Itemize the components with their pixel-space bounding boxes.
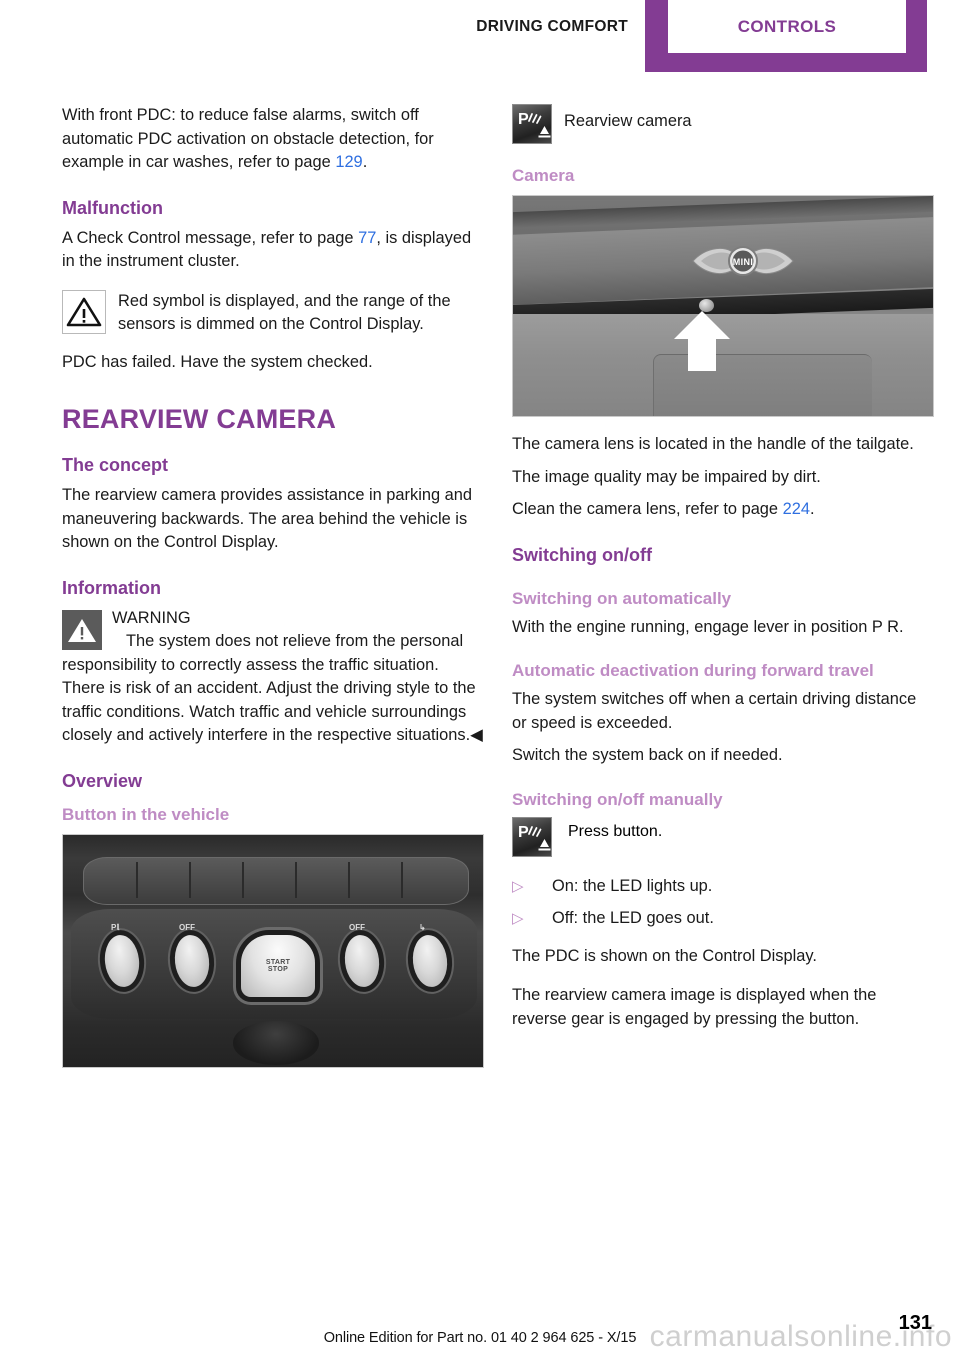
start-stop-button[interactable]: START STOP (241, 934, 315, 997)
camera-pointer-arrow (671, 309, 733, 378)
red-symbol-note-row: Red symbol is displayed, and the range o… (62, 289, 484, 337)
heading-switching-on-automatically: Switching on automatically (512, 588, 732, 608)
press-button-label: Press button. (568, 822, 663, 840)
image-quality-paragraph: The image quality may be impaired by dir… (512, 467, 821, 486)
console-lower-knob (233, 1020, 319, 1065)
intro-text-part2: . (362, 153, 368, 171)
page-reference-77[interactable]: 77 (358, 229, 376, 247)
svg-text:P: P (518, 111, 529, 128)
right-column: P Rearview camera Camera MINI The camera… (512, 104, 934, 1047)
pdc-failed-paragraph: PDC has failed. Have the system checked. (62, 352, 373, 371)
header-section-tab-label: CONTROLS (737, 16, 837, 36)
heading-rearview-camera: REARVIEW CAMERA (62, 404, 337, 434)
warning-triangle-outline-icon (62, 289, 106, 334)
reverse-gear-paragraph: The rearview camera image is displayed w… (512, 986, 877, 1028)
pdc-switch-label: P𝕝 (111, 922, 120, 932)
heading-camera: Camera (512, 166, 575, 185)
pdc-shown-paragraph: The PDC is shown on the Control Display. (512, 946, 817, 965)
triangle-bullet-icon: ▷ (512, 877, 524, 895)
footer-edition-text: Online Edition for Part no. 01 40 2 964 … (323, 1330, 637, 1346)
list-item-label: On: the LED lights up. (552, 876, 713, 895)
console-air-vent (83, 856, 469, 905)
list-item-label: Off: the LED goes out. (552, 909, 714, 927)
heading-button-in-the-vehicle: Button in the vehicle (62, 804, 230, 824)
tailgate-camera-figure: MINI (512, 195, 934, 417)
auto-start-stop-switch-label: OFF (179, 922, 195, 932)
page-reference-224[interactable]: 224 (783, 500, 810, 518)
heading-malfunction: Malfunction (62, 197, 163, 218)
heading-overview: Overview (62, 770, 143, 791)
mini-logo-text: MINI (733, 257, 754, 267)
mini-logo: MINI (691, 242, 795, 280)
header-section-tab: CONTROLS (668, 0, 906, 53)
press-button-row: P Press button. (512, 816, 934, 857)
header-chapter: DRIVING COMFORT (0, 0, 628, 53)
heading-information: Information (62, 577, 161, 598)
auto-deactivation-paragraph: The system switches off when a certain d… (512, 690, 917, 732)
list-item: ▷ Off: the LED goes out. (512, 907, 934, 931)
heading-switching-on-off: Switching on/off (512, 544, 652, 565)
clean-lens-text-part1: Clean the camera lens, refer to page (512, 500, 783, 518)
rearview-camera-button-icon: P (512, 104, 552, 144)
clean-lens-text-part2: . (809, 500, 815, 518)
page-footer: Online Edition for Part no. 01 40 2 964 … (0, 1302, 960, 1362)
malfunction-paragraph: A Check Control message, refer to page 7… (62, 227, 484, 274)
header-chapter-label: DRIVING COMFORT (476, 17, 628, 35)
warning-title: WARNING (112, 608, 191, 627)
warning-block: WARNING The system does not relieve from… (62, 607, 484, 748)
warning-triangle-filled-icon (62, 609, 102, 650)
svg-text:P: P (518, 824, 529, 841)
heading-the-concept: The concept (62, 455, 169, 475)
led-state-list: ▷ On: the LED lights up. ▷ Off: the LED … (512, 875, 934, 931)
intro-paragraph: With front PDC: to reduce false alarms, … (62, 104, 484, 175)
warning-text: The system does not relieve from the per… (62, 632, 483, 744)
list-item: ▷ On: the LED lights up. (512, 875, 934, 899)
camera-lens-paragraph: The camera lens is located in the handle… (512, 435, 914, 453)
intro-text-part1: With front PDC: to reduce false alarms, … (62, 106, 434, 171)
start-stop-label: START STOP (265, 958, 291, 973)
heading-automatic-deactivation: Automatic deactivation during forward tr… (512, 661, 874, 680)
triangle-bullet-icon: ▷ (512, 910, 524, 927)
page-number: 131 (898, 1312, 932, 1334)
left-column: With front PDC: to reduce false alarms, … (62, 104, 484, 1084)
clean-lens-paragraph: Clean the camera lens, refer to page 224… (512, 498, 934, 522)
switch-back-paragraph: Switch the system back on if needed. (512, 746, 783, 764)
dtc-switch-label: OFF (349, 922, 365, 932)
sport-switch-label: ↳ (419, 922, 426, 932)
concept-paragraph: The rearview camera provides assistance … (62, 486, 472, 551)
heading-switching-manually: Switching on/off manually (512, 789, 723, 809)
red-symbol-note-text: Red symbol is displayed, and the range o… (118, 291, 451, 334)
page-reference-129[interactable]: 129 (335, 153, 362, 171)
malfunction-text-part1: A Check Control message, refer to page (62, 228, 359, 247)
rearview-camera-symbol-row: P Rearview camera (512, 104, 934, 144)
switching-auto-paragraph: With the engine running, engage lever in… (512, 617, 904, 636)
console-switch-panel-figure: START STOP P𝕝 OFF OFF ↳ (62, 833, 484, 1068)
rearview-camera-symbol-label: Rearview camera (564, 112, 692, 130)
page-header: DRIVING COMFORT CONTROLS (0, 0, 960, 78)
rearview-camera-button-icon-2[interactable]: P (512, 816, 552, 857)
